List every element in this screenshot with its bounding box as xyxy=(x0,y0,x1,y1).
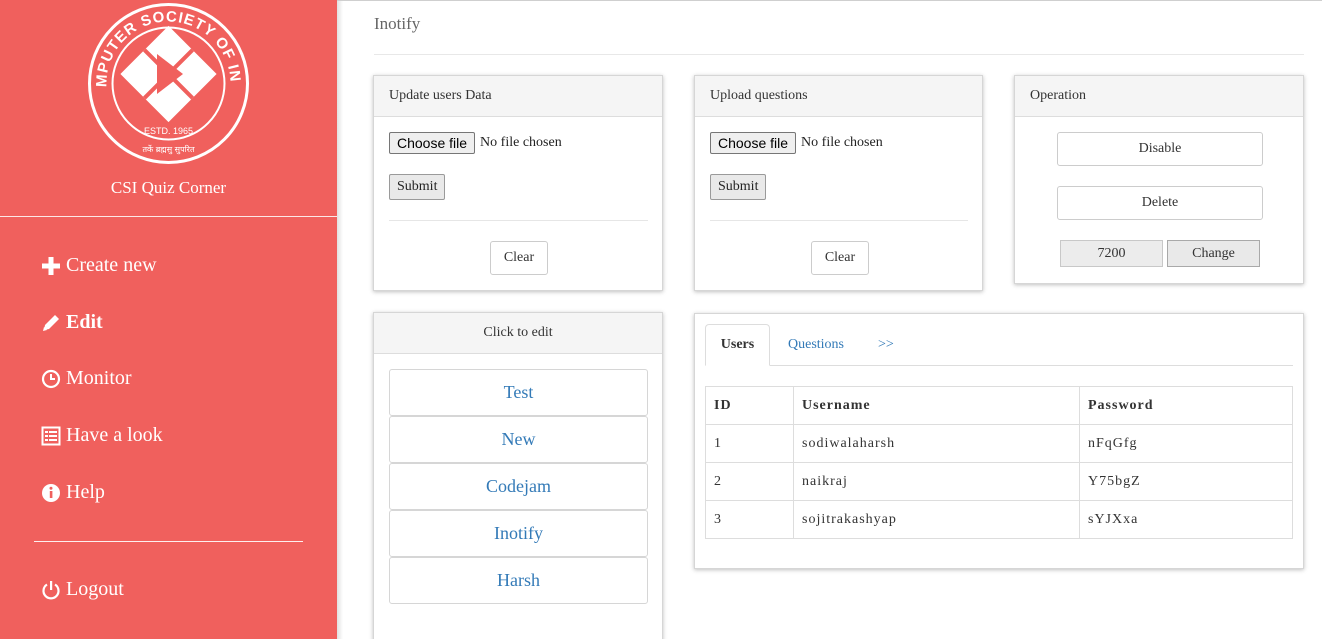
tab-users[interactable]: Users xyxy=(705,324,770,366)
column-header: Password xyxy=(1079,386,1293,425)
table-cell: 2 xyxy=(705,462,794,501)
table-row: 3 sojitrakashyap sYJXxa xyxy=(705,500,1293,539)
sidebar-item-label: Have a look xyxy=(66,424,163,446)
top-border xyxy=(337,0,1322,1)
disable-button[interactable]: Disable xyxy=(1057,132,1263,166)
change-button[interactable]: Change xyxy=(1167,240,1260,267)
sidebar-divider xyxy=(0,216,337,217)
edit-list: Test New Codejam Inotify Harsh xyxy=(389,369,648,604)
list-item[interactable]: Inotify xyxy=(389,510,648,557)
sidebar-item-have-a-look[interactable]: Have a look xyxy=(40,424,163,447)
csi-logo: COMPUTER SOCIETY OF INDIA ESTD. 1965 तर्… xyxy=(81,0,250,165)
pencil-icon xyxy=(40,312,62,334)
table-cell: nFqGfg xyxy=(1079,424,1293,463)
users-table: ID Username Password 1 sodiwalaharsh nFq… xyxy=(705,386,1293,539)
table-row: 1 sodiwalaharsh nFqGfg xyxy=(705,424,1293,463)
column-header: ID xyxy=(705,386,794,425)
panel-title: Update users Data xyxy=(374,76,662,117)
panel-title: Upload questions xyxy=(695,76,982,117)
header-divider xyxy=(374,54,1304,55)
table-row: 2 naikraj Y75bgZ xyxy=(705,462,1293,501)
list-item[interactable]: New xyxy=(389,416,648,463)
sidebar-shadow xyxy=(337,0,343,639)
operation-panel: Operation Disable Delete 7200 Change xyxy=(1014,75,1304,284)
data-tabs-panel: Users Questions >> ID Username Password … xyxy=(694,313,1304,569)
submit-button[interactable]: Submit xyxy=(710,174,767,200)
table-cell: sYJXxa xyxy=(1079,500,1293,539)
choose-file-button[interactable]: Choose file xyxy=(389,132,476,154)
upload-questions-panel: Upload questions Choose file No file cho… xyxy=(694,75,983,291)
choose-file-button[interactable]: Choose file xyxy=(710,132,797,154)
sidebar-item-create-new[interactable]: Create new xyxy=(40,254,157,277)
panel-title: Click to edit xyxy=(374,313,662,354)
table-header-row: ID Username Password xyxy=(705,386,1293,425)
sidebar-divider xyxy=(34,541,303,542)
update-users-panel: Update users Data Choose file No file ch… xyxy=(373,75,663,291)
list-item[interactable]: Harsh xyxy=(389,557,648,604)
submit-button[interactable]: Submit xyxy=(389,174,446,200)
sidebar-item-label: Monitor xyxy=(66,367,132,389)
brand-name: CSI Quiz Corner xyxy=(110,178,227,197)
table-cell: Y75bgZ xyxy=(1079,462,1293,501)
table-cell: naikraj xyxy=(793,462,1080,501)
file-status: No file chosen xyxy=(801,135,883,150)
logo-motto: तर्के ब्रह्मसु सुपरित xyxy=(142,144,194,155)
sidebar-item-monitor[interactable]: Monitor xyxy=(40,367,132,390)
page-title: Inotify xyxy=(374,14,421,33)
list-item[interactable]: Test xyxy=(389,369,648,416)
questions-file-input[interactable]: Choose file No file chosen xyxy=(710,132,883,154)
sidebar-item-edit[interactable]: Edit xyxy=(40,311,103,334)
sidebar-item-label: Help xyxy=(66,481,105,503)
duration-input[interactable]: 7200 xyxy=(1060,240,1163,267)
click-to-edit-panel: Click to edit Test New Codejam Inotify H… xyxy=(373,312,663,639)
table-cell: sodiwalaharsh xyxy=(793,424,1080,463)
logout-label: Logout xyxy=(66,578,124,600)
plus-icon xyxy=(40,255,62,277)
table-cell: 3 xyxy=(705,500,794,539)
logout-button[interactable]: Logout xyxy=(40,578,124,601)
list-icon xyxy=(40,425,62,447)
file-status: No file chosen xyxy=(480,135,562,150)
logo-estd: ESTD. 1965 xyxy=(144,126,193,136)
sidebar-item-label: Edit xyxy=(66,311,103,333)
clock-icon xyxy=(40,368,62,390)
column-header: Username xyxy=(793,386,1080,425)
table-cell: sojitrakashyap xyxy=(793,500,1080,539)
info-icon xyxy=(40,482,62,504)
delete-button[interactable]: Delete xyxy=(1057,186,1263,220)
tab-bar: Users Questions >> xyxy=(705,324,1293,366)
clear-button[interactable]: Clear xyxy=(811,241,869,275)
users-file-input[interactable]: Choose file No file chosen xyxy=(389,132,562,154)
sidebar-item-help[interactable]: Help xyxy=(40,481,105,504)
power-icon xyxy=(40,579,62,601)
tab-more[interactable]: >> xyxy=(878,324,894,366)
panel-divider xyxy=(710,220,968,221)
panel-divider xyxy=(389,220,648,221)
panel-title: Operation xyxy=(1015,76,1303,117)
sidebar-item-label: Create new xyxy=(66,254,157,276)
clear-button[interactable]: Clear xyxy=(490,241,548,275)
tab-questions[interactable]: Questions xyxy=(788,324,844,366)
list-item[interactable]: Codejam xyxy=(389,463,648,510)
table-cell: 1 xyxy=(705,424,794,463)
sidebar: COMPUTER SOCIETY OF INDIA ESTD. 1965 तर्… xyxy=(0,0,337,639)
